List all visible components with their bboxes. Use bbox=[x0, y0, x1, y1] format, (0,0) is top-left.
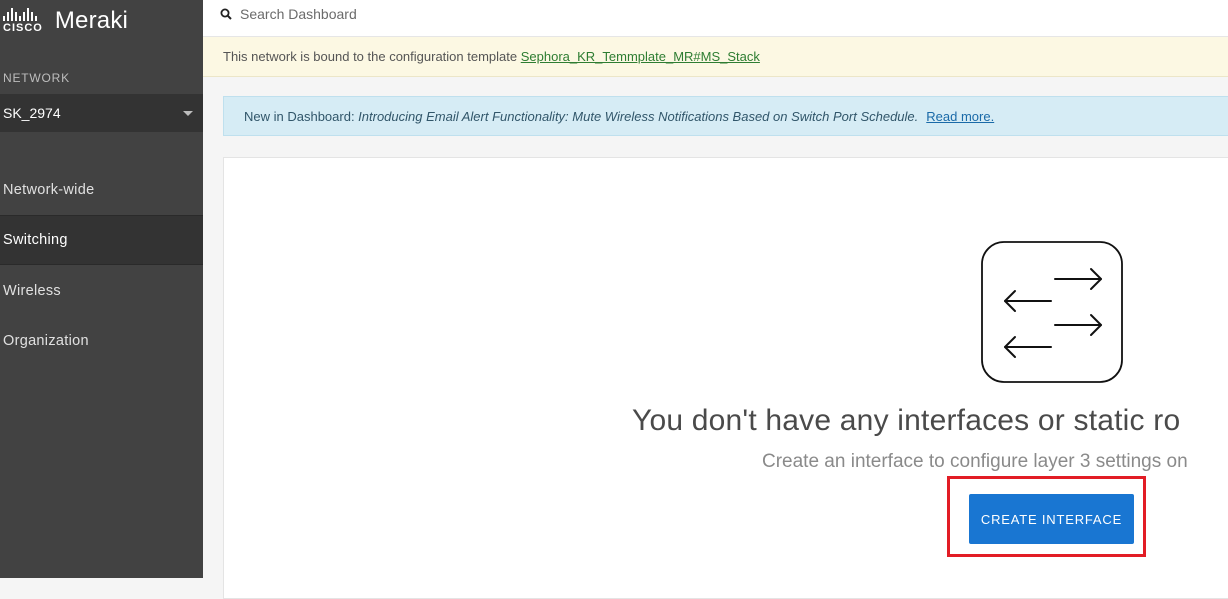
search-input[interactable]: Search Dashboard bbox=[240, 6, 357, 22]
empty-state-card: You don't have any interfaces or static … bbox=[223, 157, 1228, 599]
network-label: NETWORK bbox=[3, 71, 70, 85]
info-banner-message: Introducing Email Alert Functionality: M… bbox=[358, 109, 919, 124]
cisco-meraki-logo[interactable]: CISCO Meraki bbox=[3, 6, 128, 36]
top-search-bar: Search Dashboard bbox=[203, 0, 1228, 37]
interfaces-arrows-icon bbox=[981, 241, 1123, 383]
sidebar-item-organization[interactable]: Organization bbox=[0, 316, 203, 366]
sidebar: CISCO Meraki NETWORK SK_2974 Network-wid… bbox=[0, 0, 203, 578]
info-banner: New in Dashboard: Introducing Email Aler… bbox=[223, 96, 1228, 136]
template-banner-message: This network is bound to the configurati… bbox=[223, 49, 521, 64]
brand-name: Meraki bbox=[54, 7, 129, 34]
template-banner-text: This network is bound to the configurati… bbox=[223, 49, 760, 64]
info-banner-prefix: New in Dashboard: bbox=[244, 109, 359, 124]
read-more-link[interactable]: Read more. bbox=[926, 109, 994, 124]
sidebar-item-wireless[interactable]: Wireless bbox=[0, 266, 203, 316]
network-selector[interactable]: SK_2974 bbox=[0, 94, 203, 132]
cisco-logo-icon: CISCO bbox=[3, 8, 43, 34]
empty-state-headline: You don't have any interfaces or static … bbox=[632, 404, 1181, 437]
chevron-down-icon bbox=[183, 111, 193, 116]
template-link[interactable]: Sephora_KR_Temmplate_MR#MS_Stack bbox=[521, 49, 760, 64]
info-banner-text: New in Dashboard: Introducing Email Aler… bbox=[244, 109, 994, 124]
cisco-wordmark: CISCO bbox=[3, 22, 43, 34]
sidebar-item-switching[interactable]: Switching bbox=[0, 215, 203, 265]
network-selector-value: SK_2974 bbox=[3, 105, 61, 121]
create-interface-button[interactable]: CREATE INTERFACE bbox=[969, 494, 1134, 544]
empty-state-subline: Create an interface to configure layer 3… bbox=[762, 451, 1188, 472]
sidebar-item-network-wide[interactable]: Network-wide bbox=[0, 165, 203, 215]
search-icon bbox=[220, 8, 232, 20]
template-banner: This network is bound to the configurati… bbox=[203, 37, 1228, 77]
